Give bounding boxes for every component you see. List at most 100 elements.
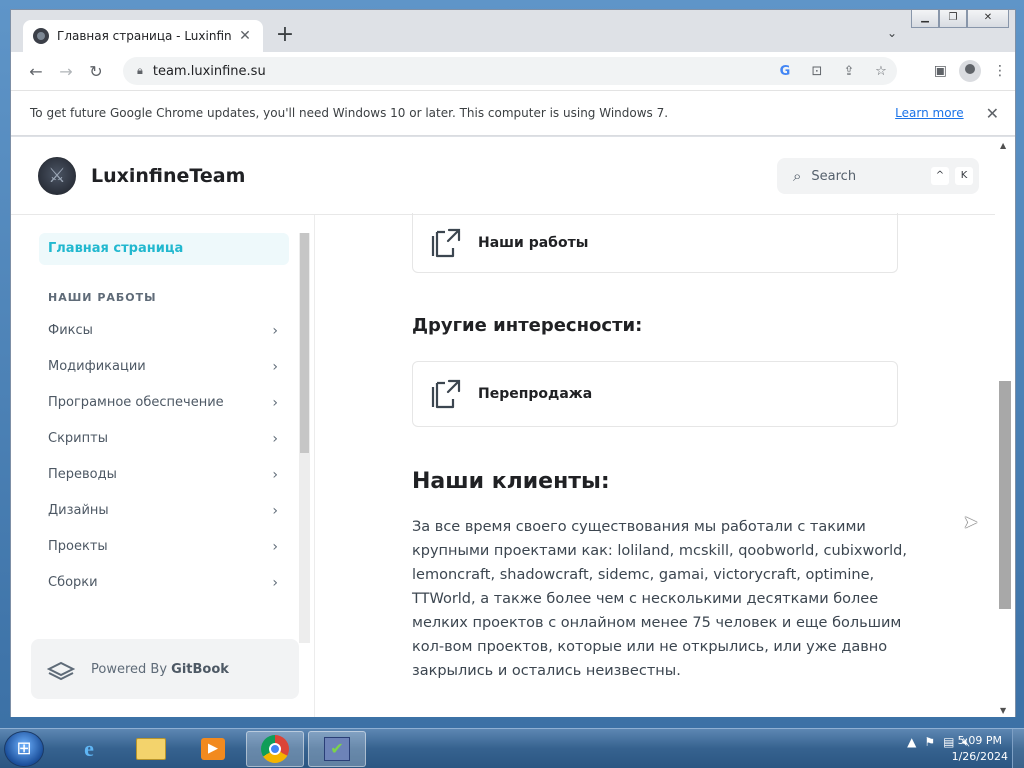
chevron-right-icon[interactable]: › <box>272 395 278 411</box>
card-resale[interactable]: Перепродажа <box>412 361 898 427</box>
page-scrollbar[interactable]: ▲ ▼ <box>995 137 1015 717</box>
mouse-cursor-icon: ➤ <box>963 512 979 533</box>
site-favicon-icon <box>33 28 49 44</box>
powered-prefix: Powered By <box>91 661 168 677</box>
tab-title: Главная страница - LuxinfineTea <box>57 29 231 43</box>
translate-icon[interactable]: ⊡ <box>801 64 833 79</box>
media-player-icon[interactable]: ▶ <box>184 731 242 767</box>
section-heading-other: Другие интересности: <box>412 315 643 336</box>
file-explorer-icon[interactable] <box>122 731 180 767</box>
sidebar-item-label: Фиксы <box>48 323 93 338</box>
forward-arrow-icon[interactable]: → <box>51 62 81 81</box>
learn-more-link[interactable]: Learn more <box>895 106 963 120</box>
taskbar: e ▶ ✔ ▲ ⚑ ▤ 🔇︎ 5:09 PM 1/26/2024 <box>0 728 1024 768</box>
menu-kebab-icon[interactable]: ⋮ <box>993 63 1007 79</box>
sidebar-scrollbar[interactable] <box>299 233 310 643</box>
tray-expand-icon[interactable]: ▲ <box>907 735 916 750</box>
address-bar[interactable]: 🔒︎ team.luxinfine.su G ⊡ ⇪ ☆ <box>123 57 897 85</box>
site-brand[interactable]: LuxinfineTeam <box>91 165 245 187</box>
page-link-icon <box>431 228 461 257</box>
clock-date: 1/26/2024 <box>951 750 1008 763</box>
tab-strip: Главная страница - LuxinfineTea ✕ + ⌄ ▁ … <box>11 10 1015 52</box>
side-panel-icon[interactable]: ▣ <box>934 63 947 79</box>
chevron-right-icon[interactable]: › <box>272 323 278 339</box>
share-icon[interactable]: ⇪ <box>833 64 865 79</box>
tab-search-chevron-icon[interactable]: ⌄ <box>887 26 897 40</box>
main-content: Наши работы Другие интересности: Перепро… <box>316 213 995 717</box>
profile-avatar[interactable] <box>959 60 981 82</box>
search-placeholder: Search <box>811 168 857 184</box>
sidebar: Главная страница НАШИ РАБОТЫ Фиксы › Моди… <box>11 215 315 717</box>
internet-explorer-icon[interactable]: e <box>60 731 118 767</box>
clients-paragraph: За все время своего существования мы раб… <box>412 519 907 679</box>
sidebar-item-home[interactable]: Главная страница <box>39 233 289 265</box>
powered-by-gitbook[interactable]: Powered By GitBook <box>31 639 299 699</box>
minimize-button[interactable]: ▁ <box>911 10 939 28</box>
toolbar-right: ▣ ⋮ <box>934 60 1007 82</box>
show-desktop-button[interactable] <box>1012 729 1024 768</box>
sidebar-item-label: Сборки <box>48 575 98 590</box>
sidebar-item-label: Скрипты <box>48 431 108 446</box>
powered-brand: GitBook <box>171 661 229 677</box>
sidebar-item-designs[interactable]: Дизайны › <box>48 503 278 519</box>
card-title: Перепродажа <box>478 386 593 402</box>
sidebar-item-software[interactable]: Програмное обеспечение › <box>48 395 278 411</box>
shortcut-key-ctrl: ^ <box>931 167 949 185</box>
close-window-button[interactable]: ✕ <box>967 10 1009 28</box>
page-link-icon <box>431 379 461 409</box>
action-center-flag-icon[interactable]: ⚑ <box>924 735 935 750</box>
url-text[interactable]: team.luxinfine.su <box>153 64 769 79</box>
tab-close-icon[interactable]: ✕ <box>237 28 253 44</box>
sidebar-item-label: Програмное обеспечение <box>48 395 224 410</box>
back-arrow-icon[interactable]: ← <box>21 62 51 81</box>
chevron-right-icon[interactable]: › <box>272 431 278 447</box>
toolbar: ← → ↻ 🔒︎ team.luxinfine.su G ⊡ ⇪ ☆ ▣ ⋮ <box>11 52 1015 90</box>
google-lens-icon[interactable]: G <box>769 64 801 79</box>
card-our-works[interactable]: Наши работы <box>412 213 898 273</box>
site-header: LuxinfineTeam ⌕ Search ^ K <box>11 137 995 215</box>
sidebar-item-label: Дизайны <box>48 503 109 518</box>
sidebar-item-mods[interactable]: Модификации › <box>48 359 278 375</box>
bookmark-star-icon[interactable]: ☆ <box>865 64 897 79</box>
chevron-right-icon[interactable]: › <box>272 575 278 591</box>
site-search[interactable]: ⌕ Search ^ K <box>777 158 979 194</box>
start-button[interactable] <box>4 731 44 767</box>
scroll-down-arrow-icon[interactable]: ▼ <box>1000 706 1006 715</box>
sidebar-item-translations[interactable]: Переводы › <box>48 467 278 483</box>
update-infobar: To get future Google Chrome updates, you… <box>11 90 1015 136</box>
chevron-right-icon[interactable]: › <box>272 467 278 483</box>
maximize-button[interactable]: ❐ <box>939 10 967 28</box>
infobar-message: To get future Google Chrome updates, you… <box>30 106 669 120</box>
sidebar-item-fixes[interactable]: Фиксы › <box>48 323 278 339</box>
chevron-right-icon[interactable]: › <box>272 539 278 555</box>
sidebar-scrollbar-thumb[interactable] <box>300 233 309 453</box>
window-controls: ▁ ❐ ✕ <box>911 10 1009 28</box>
card-title: Наши работы <box>478 234 589 251</box>
sidebar-item-label: Модификации <box>48 359 146 374</box>
clock-time: 5:09 PM <box>957 734 1002 747</box>
sidebar-item-label: Переводы <box>48 467 117 482</box>
sidebar-item-projects[interactable]: Проекты › <box>48 539 278 555</box>
new-tab-button[interactable]: + <box>273 24 297 48</box>
chevron-right-icon[interactable]: › <box>272 503 278 519</box>
tab-active[interactable]: Главная страница - LuxinfineTea ✕ <box>23 20 263 52</box>
sidebar-item-builds[interactable]: Сборки › <box>48 575 278 591</box>
page-content: LuxinfineTeam ⌕ Search ^ K Главная стран… <box>11 137 995 717</box>
sidebar-section-title: НАШИ РАБОТЫ <box>48 291 157 304</box>
chrome-taskbar-icon[interactable] <box>246 731 304 767</box>
infobar-close-icon[interactable]: ✕ <box>986 104 999 123</box>
scroll-up-arrow-icon[interactable]: ▲ <box>1000 141 1006 150</box>
page-scrollbar-thumb[interactable] <box>999 381 1011 609</box>
chevron-right-icon[interactable]: › <box>272 359 278 375</box>
powered-text: Powered By GitBook <box>91 662 229 677</box>
site-logo[interactable] <box>38 157 76 195</box>
lock-icon[interactable]: 🔒︎ <box>137 64 143 78</box>
gitbook-icon <box>47 661 75 681</box>
section-heading-clients: Наши клиенты: <box>412 469 610 494</box>
sidebar-item-scripts[interactable]: Скрипты › <box>48 431 278 447</box>
reload-icon[interactable]: ↻ <box>81 62 111 81</box>
clock[interactable]: 5:09 PM 1/26/2024 <box>952 733 1008 765</box>
sidebar-item-label: Проекты <box>48 539 108 554</box>
app-taskbar-icon[interactable]: ✔ <box>308 731 366 767</box>
shortcut-key-k: K <box>955 167 973 185</box>
